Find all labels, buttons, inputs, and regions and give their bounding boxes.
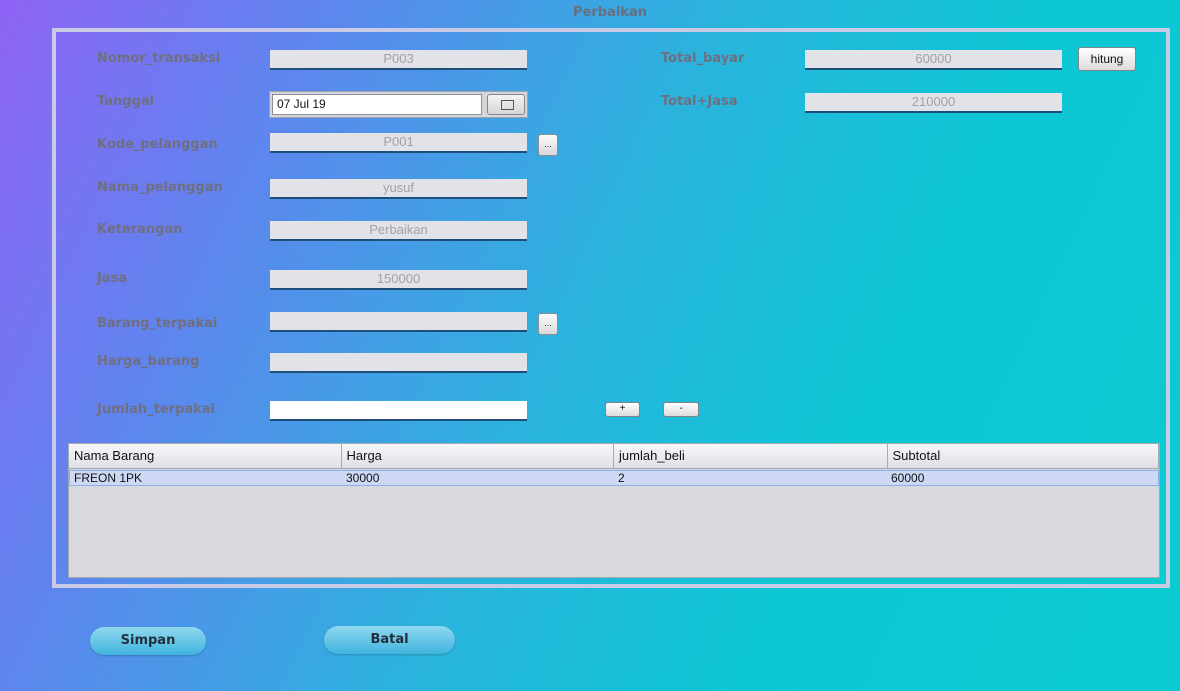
- table-cell: 30000: [346, 471, 380, 485]
- date-picker-button[interactable]: [487, 94, 525, 115]
- calendar-icon: [501, 100, 514, 110]
- kode-pelanggan-browse-button[interactable]: ...: [538, 134, 558, 156]
- barang-terpakai-field[interactable]: [270, 312, 527, 332]
- tanggal-label: Tanggal: [97, 94, 155, 109]
- batal-button[interactable]: Batal: [324, 626, 455, 654]
- column-header-jumlah-beli[interactable]: jumlah_beli: [614, 444, 888, 468]
- nama-pelanggan-field[interactable]: yusuf: [270, 179, 527, 199]
- table-cell: 2: [618, 471, 625, 485]
- total-jasa-label: Total+Jasa: [661, 94, 738, 109]
- column-header-harga[interactable]: Harga: [342, 444, 614, 468]
- total-jasa-field[interactable]: 210000: [805, 93, 1062, 113]
- add-item-button[interactable]: +: [605, 402, 640, 417]
- total-bayar-field[interactable]: 60000: [805, 50, 1062, 70]
- items-table[interactable]: Nama Barang Harga jumlah_beli Subtotal F…: [68, 443, 1160, 578]
- total-bayar-label: Total_bayar: [661, 51, 745, 66]
- table-cell: 60000: [891, 471, 925, 485]
- jasa-label: Jasa: [97, 271, 128, 286]
- tanggal-date-picker: 07 Jul 19: [269, 91, 528, 118]
- jasa-field[interactable]: 150000: [270, 270, 527, 290]
- table-cell: FREON 1PK: [74, 471, 143, 485]
- jumlah-terpakai-input[interactable]: [270, 401, 527, 421]
- kode-pelanggan-field[interactable]: P001: [270, 133, 527, 153]
- nomor-transaksi-field[interactable]: P003: [270, 50, 527, 70]
- simpan-button[interactable]: Simpan: [90, 627, 206, 655]
- table-row[interactable]: FREON 1PK 30000 2 60000: [69, 470, 1159, 486]
- harga-barang-field[interactable]: [270, 353, 527, 373]
- kode-pelanggan-label: Kode_pelanggan: [97, 137, 218, 152]
- window-title: Perbaikan: [573, 5, 647, 20]
- table-header: Nama Barang Harga jumlah_beli Subtotal: [69, 444, 1159, 469]
- keterangan-field[interactable]: Perbaikan: [270, 221, 527, 241]
- column-header-subtotal[interactable]: Subtotal: [888, 444, 1159, 468]
- jumlah-terpakai-label: Jumlah_terpakai: [97, 402, 216, 417]
- barang-terpakai-browse-button[interactable]: ...: [538, 313, 558, 335]
- remove-item-button[interactable]: -: [663, 402, 699, 417]
- barang-terpakai-label: Barang_terpakai: [97, 316, 218, 331]
- nomor-transaksi-label: Nomor_transaksi: [97, 51, 221, 66]
- nama-pelanggan-label: Nama_pelanggan: [97, 180, 223, 195]
- keterangan-label: Keterangan: [97, 222, 183, 237]
- tanggal-field[interactable]: 07 Jul 19: [272, 94, 482, 115]
- column-header-nama-barang[interactable]: Nama Barang: [69, 444, 342, 468]
- harga-barang-label: Harga_barang: [97, 354, 200, 369]
- hitung-button[interactable]: hitung: [1078, 47, 1136, 71]
